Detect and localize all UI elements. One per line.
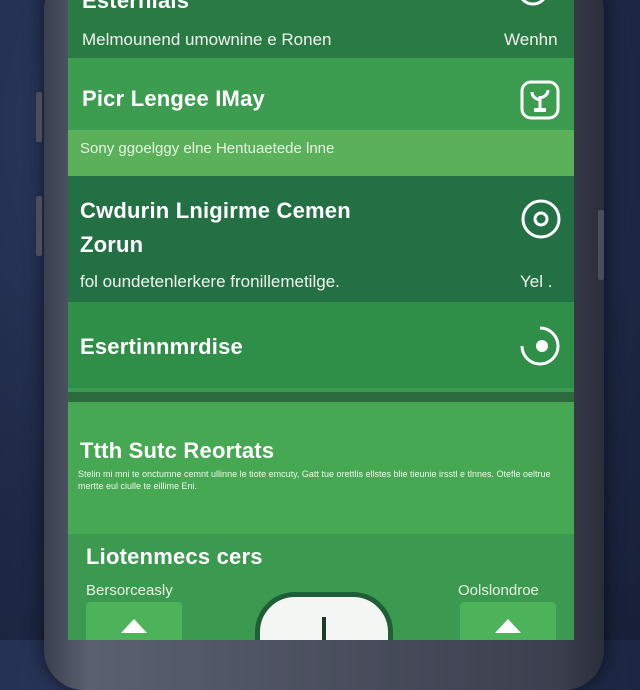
arrow-up-icon	[493, 617, 523, 635]
settings-card-language[interactable]: Picr Lengee IMay	[68, 58, 574, 130]
card-body-text: Stelin mi mni te onctumne cemnt ullinne …	[78, 469, 551, 491]
left-label: Bersorceasly	[86, 582, 173, 599]
volume-button	[36, 92, 42, 142]
card-subtitle: fol oundetenlerkere fronillemetilge.	[80, 272, 340, 291]
settings-card-content[interactable]: Cwdurin Lnigirme Cemen Zorun fol oundete…	[68, 176, 574, 302]
loading-ring-icon[interactable]	[518, 324, 562, 368]
band-text: Sony ggoelggy elne Hentuaetede lnne	[80, 140, 335, 157]
card-title: Picr Lengee IMay	[82, 86, 265, 111]
power-button	[598, 210, 604, 280]
chevron-down-icon[interactable]	[516, 0, 550, 10]
settings-card-enterprise[interactable]: Esertinnmrdise	[68, 302, 574, 392]
right-label: Oolslondroe	[458, 582, 539, 599]
power-toggle[interactable]	[255, 592, 393, 640]
card-subtitle: Melmounend umownine e Ronen	[82, 30, 332, 49]
settings-card-external[interactable]: Esternlals Melmounend umownine e Ronen W…	[68, 0, 574, 58]
power-line-icon	[322, 617, 326, 640]
card-title: Esertinnmrdise	[80, 334, 243, 359]
app-screen: Esternlals Melmounend umownine e Ronen W…	[68, 0, 574, 640]
card-value: Yel .	[520, 272, 553, 291]
info-band: Sony ggoelggy elne Hentuaetede lnne	[68, 130, 574, 176]
card-title: Ttth Sutc Reortats	[80, 438, 275, 463]
increase-left-button[interactable]	[86, 602, 182, 640]
arrow-up-icon	[119, 617, 149, 635]
target-icon[interactable]	[520, 198, 562, 240]
increase-right-button[interactable]	[460, 602, 556, 640]
card-value: Wenhn	[504, 30, 558, 49]
card-title: Cwdurin Lnigirme Cemen	[80, 198, 351, 223]
card-title: Esternlals	[82, 0, 190, 13]
divider	[68, 392, 574, 402]
card-title: Liotenmecs cers	[86, 544, 263, 569]
status-reports-card: Ttth Sutc Reortats Stelin mi mni te onct…	[68, 402, 574, 534]
volume-button	[36, 196, 42, 256]
plant-icon[interactable]	[520, 80, 560, 120]
card-title-line2: Zorun	[80, 232, 144, 257]
